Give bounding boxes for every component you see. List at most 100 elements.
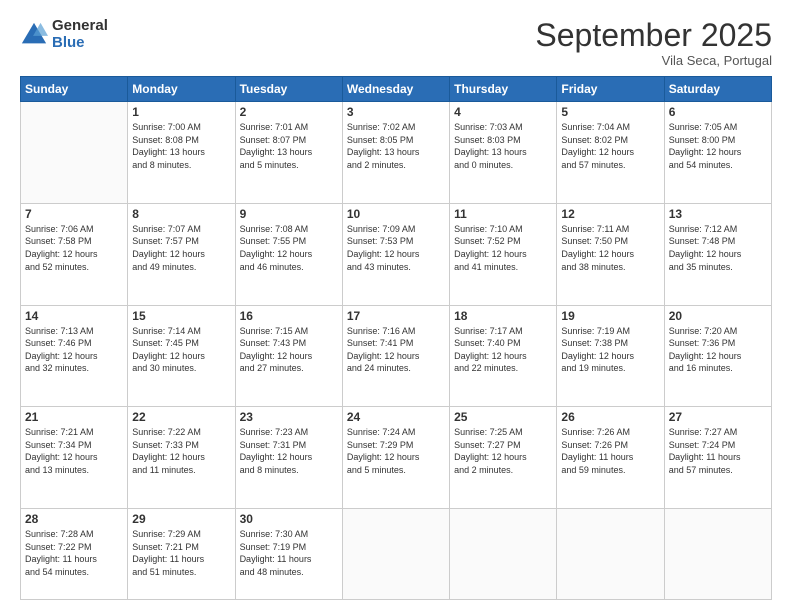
day-number: 26 <box>561 410 659 424</box>
calendar-cell: 20 Sunrise: 7:20 AM Sunset: 7:36 PM Dayli… <box>664 305 771 407</box>
logo-text: General Blue <box>52 18 108 51</box>
calendar-cell <box>664 508 771 599</box>
day-info: Sunrise: 7:25 AM Sunset: 7:27 PM Dayligh… <box>454 426 552 476</box>
calendar-cell: 27 Sunrise: 7:27 AM Sunset: 7:24 PM Dayli… <box>664 407 771 509</box>
calendar-cell: 8 Sunrise: 7:07 AM Sunset: 7:57 PM Daylig… <box>128 203 235 305</box>
day-number: 21 <box>25 410 123 424</box>
calendar-cell: 28Sunrise: 7:28 AM Sunset: 7:22 PM Dayli… <box>21 508 128 599</box>
logo-blue: Blue <box>52 35 108 52</box>
calendar-cell: 18 Sunrise: 7:17 AM Sunset: 7:40 PM Dayli… <box>450 305 557 407</box>
day-number: 8 <box>132 207 230 221</box>
calendar-cell: 4Sunrise: 7:03 AM Sunset: 8:03 PM Daylig… <box>450 102 557 204</box>
day-info: Sunrise: 7:30 AM Sunset: 7:19 PM Dayligh… <box>240 528 338 578</box>
calendar-cell <box>450 508 557 599</box>
month-title: September 2025 <box>535 18 772 53</box>
day-number: 15 <box>132 309 230 323</box>
day-info: Sunrise: 7:20 AM Sunset: 7:36 PM Dayligh… <box>669 325 767 375</box>
calendar-cell: 17Sunrise: 7:16 AM Sunset: 7:41 PM Dayli… <box>342 305 449 407</box>
day-number: 12 <box>561 207 659 221</box>
day-number: 22 <box>132 410 230 424</box>
day-number: 25 <box>454 410 552 424</box>
calendar-cell: 11 Sunrise: 7:10 AM Sunset: 7:52 PM Dayli… <box>450 203 557 305</box>
day-info: Sunrise: 7:23 AM Sunset: 7:31 PM Dayligh… <box>240 426 338 476</box>
calendar-cell: 25 Sunrise: 7:25 AM Sunset: 7:27 PM Dayli… <box>450 407 557 509</box>
calendar-cell: 22 Sunrise: 7:22 AM Sunset: 7:33 PM Dayli… <box>128 407 235 509</box>
day-number: 2 <box>240 105 338 119</box>
day-number: 9 <box>240 207 338 221</box>
day-header: Sunday <box>21 77 128 102</box>
day-header: Wednesday <box>342 77 449 102</box>
page: General Blue September 2025 Vila Seca, P… <box>0 0 792 612</box>
calendar-cell: 30 Sunrise: 7:30 AM Sunset: 7:19 PM Dayli… <box>235 508 342 599</box>
day-number: 10 <box>347 207 445 221</box>
day-info: Sunrise: 7:22 AM Sunset: 7:33 PM Dayligh… <box>132 426 230 476</box>
day-header: Monday <box>128 77 235 102</box>
logo: General Blue <box>20 18 108 51</box>
calendar-cell: 1 Sunrise: 7:00 AM Sunset: 8:08 PM Daylig… <box>128 102 235 204</box>
day-info: Sunrise: 7:14 AM Sunset: 7:45 PM Dayligh… <box>132 325 230 375</box>
calendar-cell: 5 Sunrise: 7:04 AM Sunset: 8:02 PM Daylig… <box>557 102 664 204</box>
day-info: Sunrise: 7:03 AM Sunset: 8:03 PM Dayligh… <box>454 121 552 171</box>
calendar-cell: 2 Sunrise: 7:01 AM Sunset: 8:07 PM Daylig… <box>235 102 342 204</box>
calendar-cell <box>342 508 449 599</box>
day-number: 5 <box>561 105 659 119</box>
day-number: 17 <box>347 309 445 323</box>
day-info: Sunrise: 7:21 AM Sunset: 7:34 PM Dayligh… <box>25 426 123 476</box>
day-info: Sunrise: 7:26 AM Sunset: 7:26 PM Dayligh… <box>561 426 659 476</box>
day-info: Sunrise: 7:15 AM Sunset: 7:43 PM Dayligh… <box>240 325 338 375</box>
day-info: Sunrise: 7:12 AM Sunset: 7:48 PM Dayligh… <box>669 223 767 273</box>
day-number: 1 <box>132 105 230 119</box>
day-header: Saturday <box>664 77 771 102</box>
day-info: Sunrise: 7:06 AM Sunset: 7:58 PM Dayligh… <box>25 223 123 273</box>
calendar-cell: 7 Sunrise: 7:06 AM Sunset: 7:58 PM Daylig… <box>21 203 128 305</box>
location: Vila Seca, Portugal <box>535 53 772 68</box>
calendar: SundayMondayTuesdayWednesdayThursdayFrid… <box>20 76 772 600</box>
day-info: Sunrise: 7:05 AM Sunset: 8:00 PM Dayligh… <box>669 121 767 171</box>
logo-general: General <box>52 18 108 35</box>
day-info: Sunrise: 7:24 AM Sunset: 7:29 PM Dayligh… <box>347 426 445 476</box>
day-number: 19 <box>561 309 659 323</box>
day-number: 6 <box>669 105 767 119</box>
day-info: Sunrise: 7:17 AM Sunset: 7:40 PM Dayligh… <box>454 325 552 375</box>
calendar-cell <box>21 102 128 204</box>
day-info: Sunrise: 7:28 AM Sunset: 7:22 PM Dayligh… <box>25 528 123 578</box>
day-info: Sunrise: 7:10 AM Sunset: 7:52 PM Dayligh… <box>454 223 552 273</box>
day-info: Sunrise: 7:00 AM Sunset: 8:08 PM Dayligh… <box>132 121 230 171</box>
day-info: Sunrise: 7:11 AM Sunset: 7:50 PM Dayligh… <box>561 223 659 273</box>
day-number: 24 <box>347 410 445 424</box>
calendar-cell <box>557 508 664 599</box>
day-info: Sunrise: 7:04 AM Sunset: 8:02 PM Dayligh… <box>561 121 659 171</box>
day-header: Thursday <box>450 77 557 102</box>
day-info: Sunrise: 7:02 AM Sunset: 8:05 PM Dayligh… <box>347 121 445 171</box>
day-info: Sunrise: 7:07 AM Sunset: 7:57 PM Dayligh… <box>132 223 230 273</box>
day-number: 3 <box>347 105 445 119</box>
day-number: 30 <box>240 512 338 526</box>
calendar-cell: 14Sunrise: 7:13 AM Sunset: 7:46 PM Dayli… <box>21 305 128 407</box>
day-number: 27 <box>669 410 767 424</box>
day-number: 20 <box>669 309 767 323</box>
calendar-cell: 19 Sunrise: 7:19 AM Sunset: 7:38 PM Dayli… <box>557 305 664 407</box>
day-info: Sunrise: 7:01 AM Sunset: 8:07 PM Dayligh… <box>240 121 338 171</box>
calendar-cell: 6 Sunrise: 7:05 AM Sunset: 8:00 PM Daylig… <box>664 102 771 204</box>
calendar-cell: 16 Sunrise: 7:15 AM Sunset: 7:43 PM Dayli… <box>235 305 342 407</box>
calendar-cell: 24 Sunrise: 7:24 AM Sunset: 7:29 PM Dayli… <box>342 407 449 509</box>
day-info: Sunrise: 7:27 AM Sunset: 7:24 PM Dayligh… <box>669 426 767 476</box>
day-header: Tuesday <box>235 77 342 102</box>
day-info: Sunrise: 7:19 AM Sunset: 7:38 PM Dayligh… <box>561 325 659 375</box>
calendar-cell: 15 Sunrise: 7:14 AM Sunset: 7:45 PM Dayli… <box>128 305 235 407</box>
calendar-cell: 29 Sunrise: 7:29 AM Sunset: 7:21 PM Dayli… <box>128 508 235 599</box>
calendar-cell: 23 Sunrise: 7:23 AM Sunset: 7:31 PM Dayli… <box>235 407 342 509</box>
day-number: 11 <box>454 207 552 221</box>
title-area: September 2025 Vila Seca, Portugal <box>535 18 772 68</box>
day-number: 29 <box>132 512 230 526</box>
calendar-cell: 12 Sunrise: 7:11 AM Sunset: 7:50 PM Dayli… <box>557 203 664 305</box>
day-number: 23 <box>240 410 338 424</box>
logo-icon <box>20 21 48 49</box>
calendar-cell: 10Sunrise: 7:09 AM Sunset: 7:53 PM Dayli… <box>342 203 449 305</box>
calendar-cell: 26 Sunrise: 7:26 AM Sunset: 7:26 PM Dayli… <box>557 407 664 509</box>
day-info: Sunrise: 7:29 AM Sunset: 7:21 PM Dayligh… <box>132 528 230 578</box>
day-number: 7 <box>25 207 123 221</box>
day-info: Sunrise: 7:13 AM Sunset: 7:46 PM Dayligh… <box>25 325 123 375</box>
day-number: 16 <box>240 309 338 323</box>
day-number: 18 <box>454 309 552 323</box>
